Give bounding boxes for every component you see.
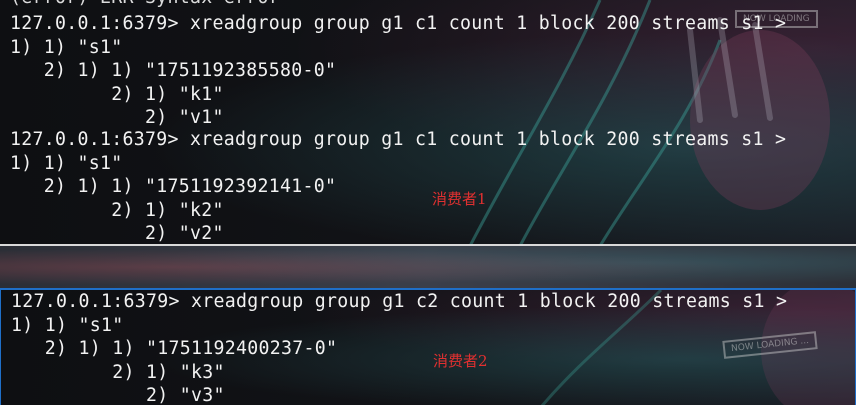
partial-error-line: (error) ERR Syntax error [10,0,280,10]
output-line: 1) 1) "s1" [11,314,124,336]
window-gap [0,246,856,288]
command-line: 127.0.0.1:6379> xreadgroup group g1 c1 c… [10,13,787,34]
terminal-pane-1[interactable]: NOW LOADING (error) ERR Syntax error 127… [0,0,856,246]
command-line: 127.0.0.1:6379> xreadgroup group g1 c2 c… [11,291,788,312]
output-line: 2) 1) 1) "1751192392141-0" [10,176,337,197]
loading-badge-decoration: NOW LOADING ... [722,331,818,359]
consumer-annotation-2: 消费者2 [433,352,488,370]
output-line: 2) "v3" [11,385,225,405]
output-line: 1) 1) "s1" [10,36,123,58]
output-line: 2) 1) "k1" [10,83,224,105]
consumer-annotation-1: 消费者1 [432,190,487,208]
output-line: 2) 1) "k2" [10,199,224,221]
command-line: 127.0.0.1:6379> xreadgroup group g1 c1 c… [10,129,787,150]
output-line: 1) 1) "s1" [10,152,123,174]
output-line: 2) 1) 1) "1751192400237-0" [11,338,338,359]
terminal-pane-2[interactable]: NOW LOADING ... 127.0.0.1:6379> xreadgro… [0,288,856,405]
output-line: 2) "v1" [10,107,224,128]
output-line: 2) "v2" [10,223,224,244]
output-line: 2) 1) 1) "1751192385580-0" [10,60,337,81]
output-line: 2) 1) "k3" [11,361,225,383]
